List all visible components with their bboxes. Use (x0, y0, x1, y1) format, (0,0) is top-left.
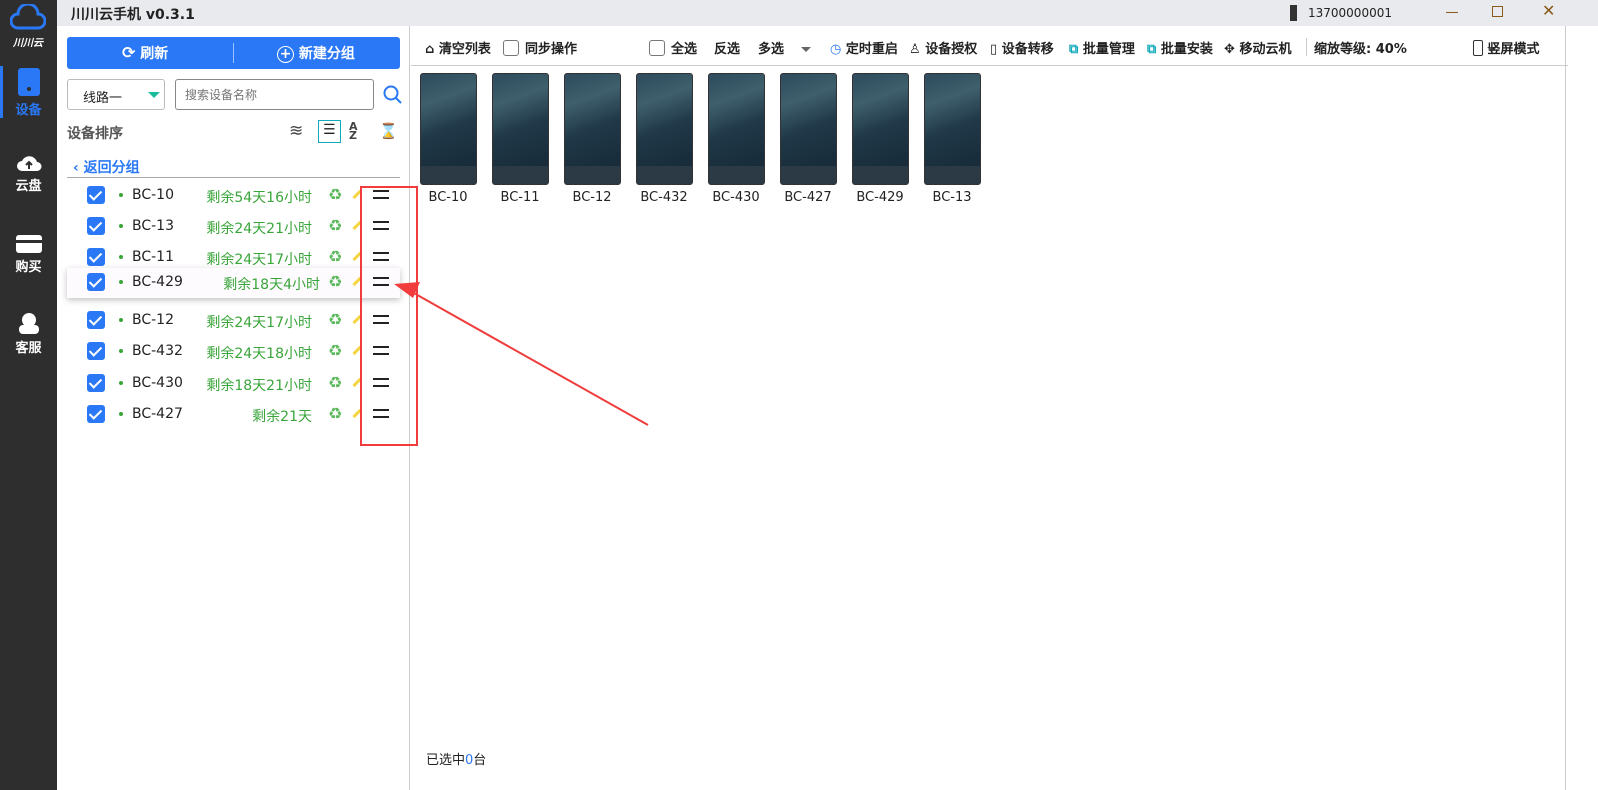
annotation-arrow (394, 282, 649, 426)
